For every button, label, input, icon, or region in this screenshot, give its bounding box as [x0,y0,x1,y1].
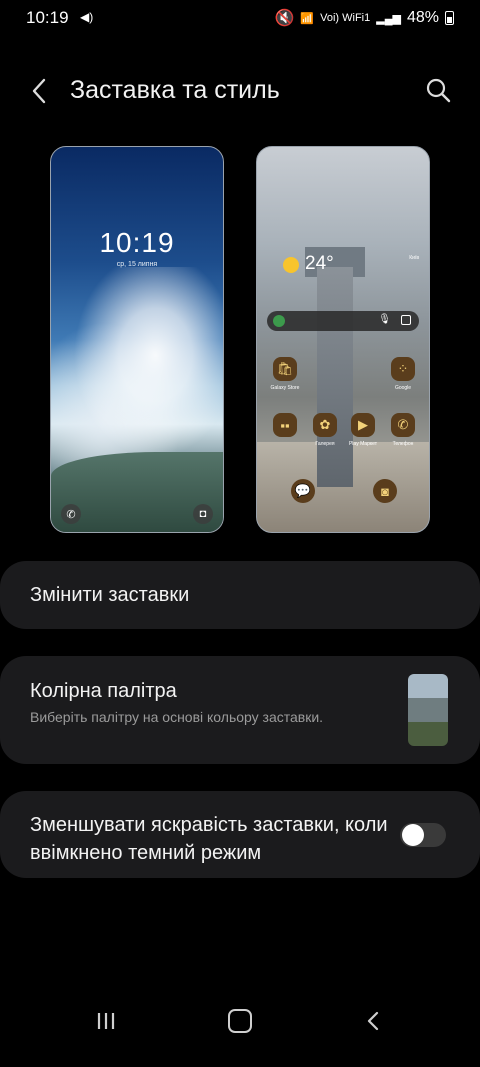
camera-icon: ◙ [373,479,397,503]
toggle-knob [402,824,424,846]
wifi-icon: 📶 [300,12,315,25]
search-button[interactable] [424,76,454,106]
status-time: 10:19 [26,8,69,27]
google-folder-icon: ⁘ [391,357,415,381]
tower-image [317,267,353,487]
battery-percent: 48% [406,9,439,26]
folder-icon: ▪▪ [273,413,297,437]
nav-back-icon [367,1011,379,1031]
back-button[interactable] [28,74,52,108]
recent-apps-button[interactable] [96,1011,116,1031]
weather-location: Київ [409,255,419,261]
home-screen-preview[interactable]: 24° Київ 🎙 🛍 Galaxy Store ⁘ Google ▪▪ ✿ … [256,146,430,533]
lock-time: 10:19 [99,227,175,258]
recent-apps-icon [97,1013,115,1029]
dim-wallpaper-label: Зменшувати яскравість заставки, коли вві… [30,814,388,864]
wifi-calling-label: Voi) WiFi1 [320,12,371,24]
weather-temperature: 24° [305,253,334,274]
status-right: 🔇 📶 Voi) WiFi1 ▂▄▆ 48% [274,8,454,28]
phone-icon: ✆ [391,413,415,437]
play-store-icon: ▶ [351,413,375,437]
battery-icon [445,11,454,25]
change-wallpapers-label: Змінити заставки [30,584,190,606]
google-icon [273,315,285,327]
lock-screen-preview[interactable]: 10:19 ср, 15 липня ✆ ◘ [50,146,224,533]
signal-icon: ▂▄▆ [376,12,401,25]
change-wallpapers-button[interactable]: Змінити заставки [0,561,480,629]
lock-date: ср, 15 липня [116,261,158,268]
galaxy-store-icon: 🛍 [273,357,297,381]
palette-color [408,674,448,698]
home-search-bar: 🎙 [267,311,419,331]
color-palette-subtitle: Виберіть палітру на основі кольору заста… [30,709,324,725]
phone-shortcut-icon: ✆ [61,504,81,524]
notification-icon: ◀) [80,10,94,24]
home-button[interactable] [228,1009,252,1033]
status-bar: 10:19 ◀) 🔇 📶 Voi) WiFi1 ▂▄▆ 48% [0,0,480,36]
back-arrow-icon [32,78,46,104]
camera-shortcut-icon: ◘ [193,504,213,524]
lens-icon [401,315,411,325]
app-label: Galaxy Store [270,385,300,391]
color-palette-title: Колірна палітра [30,680,177,702]
dim-wallpaper-toggle[interactable] [400,823,446,847]
palette-color [408,698,448,722]
palette-color [408,722,448,746]
app-label: Телефон [392,441,414,447]
header: Заставка та стиль [0,68,480,114]
search-icon [426,78,451,103]
messages-icon: 💬 [291,479,315,503]
sun-icon [283,257,299,273]
gallery-icon: ✿ [313,413,337,437]
nav-back-button[interactable] [364,1011,382,1031]
mic-icon: 🎙 [378,314,391,325]
palette-swatch [408,674,448,746]
mute-icon: 🔇 [274,10,295,27]
page-title: Заставка та стиль [70,76,280,104]
dim-wallpaper-row[interactable]: Зменшувати яскравість заставки, коли вві… [0,791,480,878]
navigation-bar [0,1003,480,1067]
app-label: Google [394,385,412,391]
color-palette-row[interactable]: Колірна палітра Виберіть палітру на осно… [0,656,480,764]
